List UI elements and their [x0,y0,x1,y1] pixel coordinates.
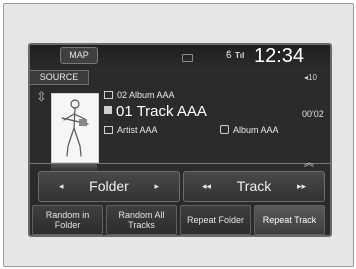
audio-screen: MAP ϐ Tıl 12:34 SOURCE ◂10 ⇳ 02 Album AA… [28,43,332,237]
guitarist-image [52,94,98,162]
album-art [51,93,99,163]
folder-next-button[interactable]: ▸ [154,172,159,201]
usb-icon: ⇳ [36,89,47,104]
clock: 12:34 [254,45,305,67]
artist-label: Artist AAA [117,125,158,135]
signal-icon: Tıl [235,51,245,60]
album-info-row: Album AAA [220,125,279,136]
artist-row: Artist AAA [104,125,158,136]
artist-icon [104,125,113,134]
source-button[interactable]: SOURCE [30,70,89,85]
album-label: Album AAA [233,125,279,135]
track-row: 01 Track AAA [104,103,207,121]
play-mode-buttons: Random in Folder Random All Tracks Repea… [30,205,330,235]
folder-selector: ◂ Folder ▸ [38,171,180,202]
random-in-folder-button[interactable]: Random in Folder [32,205,103,235]
album-row: 02 Album AAA [104,90,175,101]
album-top-label: 02 Album AAA [117,90,175,100]
status-bar: MAP ϐ Tıl 12:34 [30,45,330,68]
repeat-track-button[interactable]: Repeat Track [254,205,325,235]
album-icon [104,90,113,99]
track-title: 01 Track AAA [116,103,207,120]
track-icon [104,106,112,115]
repeat-folder-button[interactable]: Repeat Folder [180,205,251,235]
divider [30,163,330,164]
expand-handle-icon[interactable]: ︽ [304,154,314,169]
random-all-tracks-button[interactable]: Random All Tracks [106,205,177,235]
track-next-button[interactable]: ▸▸ [297,172,306,201]
volume-indicator: ◂10 [304,73,317,82]
map-button[interactable]: MAP [60,47,98,64]
battery-icon [182,54,193,62]
elapsed-time: 00'02 [302,109,324,119]
track-selector: ◂◂ Track ▸▸ [183,171,325,202]
disc-icon [220,125,229,135]
bluetooth-icon: ϐ [226,50,232,61]
